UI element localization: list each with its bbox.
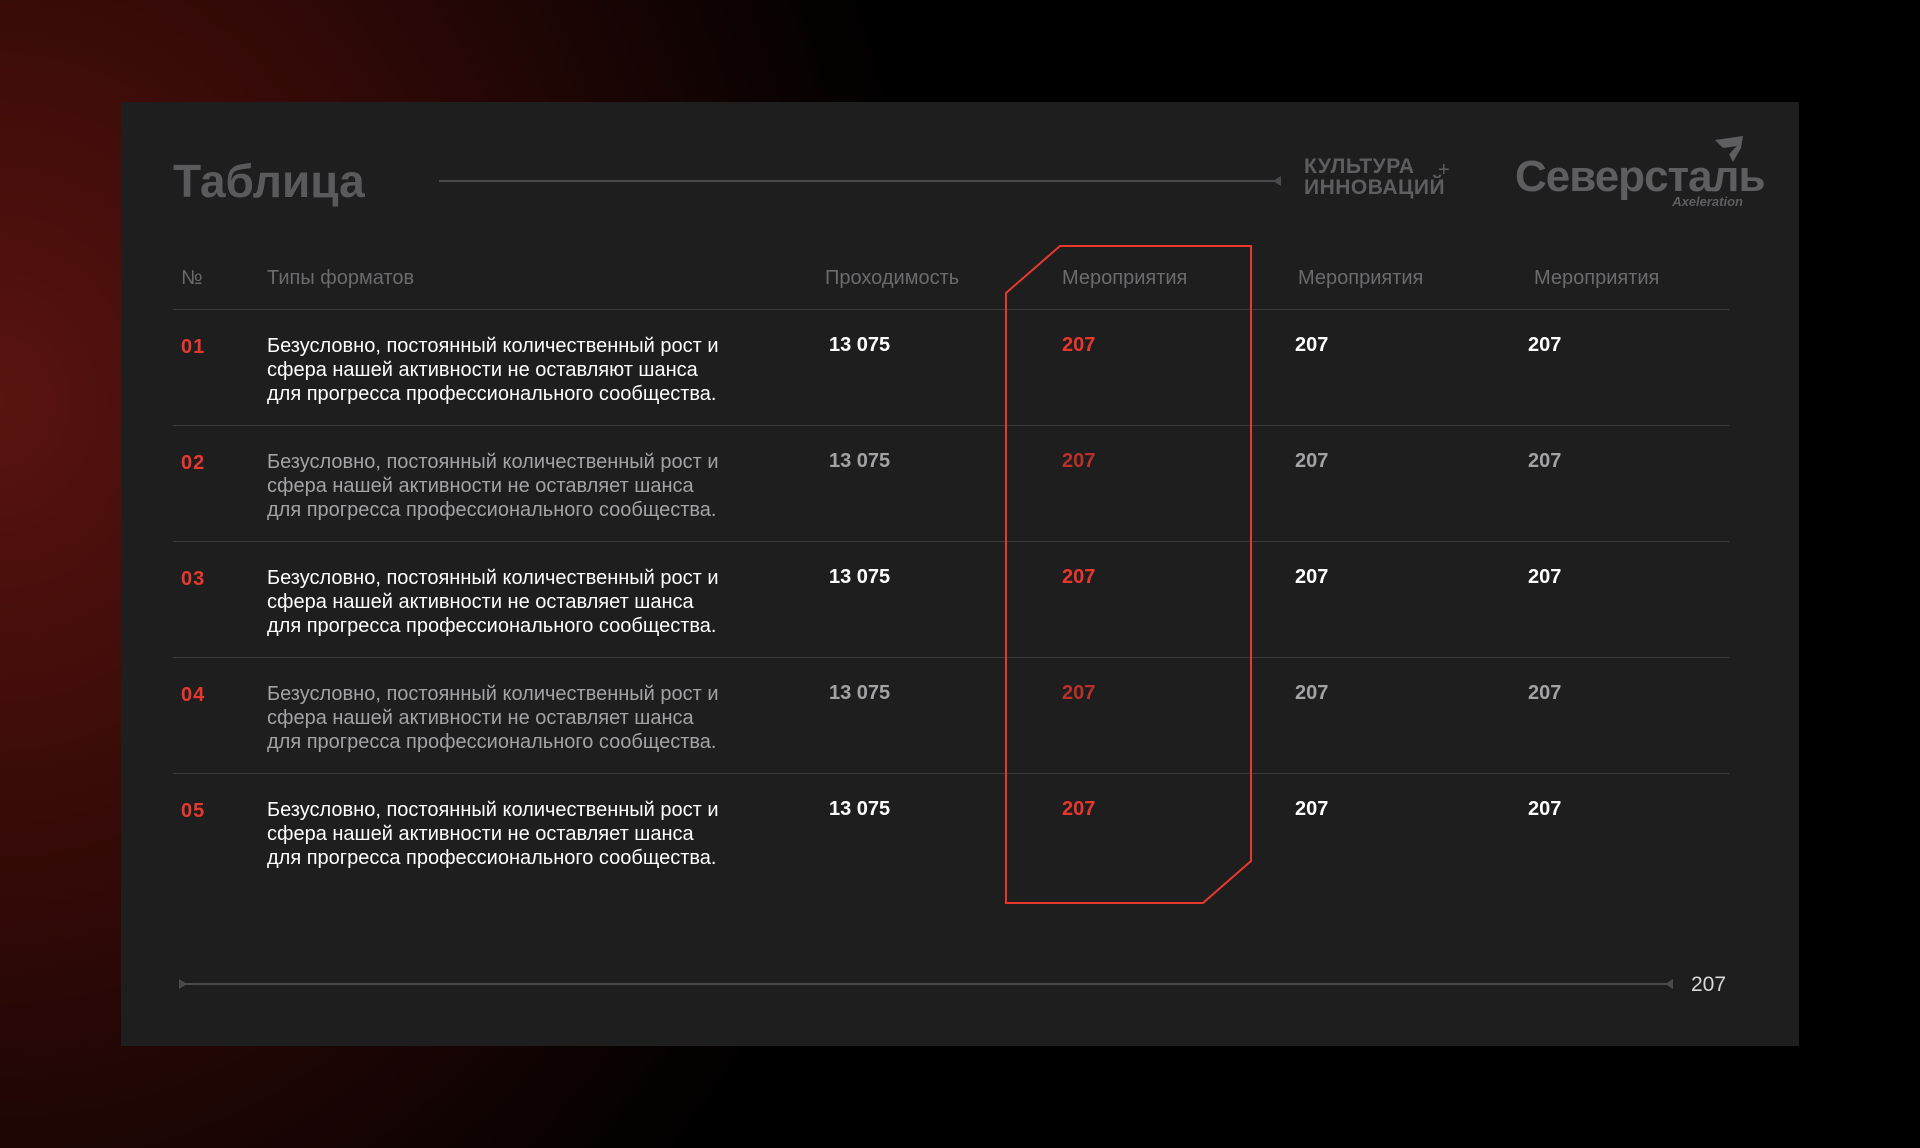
page-number: 207	[1691, 973, 1727, 996]
footer-divider	[179, 979, 1673, 989]
column-highlight-frame	[1005, 245, 1252, 904]
slide-panel: Таблица КУЛЬТУРА ИННОВАЦИЙ + Северсталь …	[121, 102, 1799, 1046]
